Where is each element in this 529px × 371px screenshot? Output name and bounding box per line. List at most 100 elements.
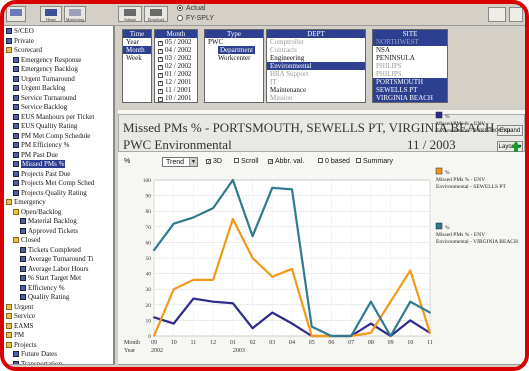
legend-label: Missed PMs % - ENV: [436, 232, 485, 238]
sidebar-item-label: Future Dates: [21, 350, 57, 358]
sidebar-item[interactable]: EUS Quality Rating: [13, 122, 77, 130]
sidebar-item-label: PM: [14, 331, 25, 339]
exit-button[interactable]: [509, 7, 523, 22]
sidebar-item[interactable]: Missed PMs %: [13, 160, 66, 168]
sidebar-item[interactable]: Urgent Turnaround: [13, 75, 75, 83]
sidebar-item[interactable]: Projects Past Due: [13, 170, 70, 178]
sidebar-item[interactable]: Projects Quality Rating: [13, 189, 87, 197]
sidebar-item[interactable]: Average Turnaround Ti: [20, 255, 93, 263]
sidebar-item-label: Average Turnaround Ti: [28, 255, 94, 263]
checkbox-icon[interactable]: ×: [158, 97, 163, 102]
sidebar-item[interactable]: Material Backlog: [20, 217, 77, 225]
print-button[interactable]: [488, 7, 506, 22]
download-button[interactable]: Download: [144, 6, 168, 22]
sidebar-item[interactable]: Efficiency %: [20, 284, 65, 292]
sidebar-item[interactable]: EAMS: [6, 322, 33, 330]
month-option[interactable]: × 05 / 2002: [155, 38, 197, 46]
sidebar-item[interactable]: Closed: [13, 236, 40, 244]
sidebar-item-label: Missed PMs %: [21, 160, 66, 168]
radio-actual[interactable]: Actual: [177, 5, 205, 12]
sidebar-item[interactable]: Approved Tickets: [20, 227, 78, 235]
month-option[interactable]: × 04 / 2002: [155, 46, 197, 54]
month-list-header: Month: [155, 30, 197, 38]
site-option[interactable]: PHILIPS: [373, 62, 447, 70]
dept-option[interactable]: IT: [267, 78, 365, 86]
sidebar-item[interactable]: Emergency: [6, 198, 46, 206]
sidebar-item[interactable]: EUS Manhours per Ticket: [13, 113, 94, 121]
site-option[interactable]: PHILIPS: [373, 70, 447, 78]
sidebar-item[interactable]: Service Backlog: [13, 103, 67, 111]
type-option[interactable]: PWC: [205, 38, 263, 46]
sidebar-item[interactable]: PM Efficiency %: [13, 141, 69, 149]
sidebar-item[interactable]: Projects: [6, 341, 37, 349]
sidebar-item-label: Service Turnaround: [21, 93, 77, 102]
sidebar-item[interactable]: % Start Target Met: [20, 274, 81, 282]
sidebar-item[interactable]: S/CEO: [6, 27, 34, 35]
site-list-header: SITE: [373, 30, 447, 38]
dept-option[interactable]: Comptroller: [267, 38, 365, 46]
sidebar-item[interactable]: Open/Backlog: [13, 208, 61, 216]
month-option-label: 02 / 2002: [165, 62, 192, 70]
monitoring-button-label: Monitoring: [65, 17, 85, 22]
time-option[interactable]: Week: [123, 54, 151, 62]
data-point: [251, 327, 254, 330]
radio-fy-sply-dot: [177, 15, 183, 21]
sidebar-item[interactable]: Private: [6, 37, 34, 45]
month-option[interactable]: × 10 / 2001: [155, 94, 197, 102]
data-point: [330, 335, 333, 337]
sidebar-item[interactable]: Average Labor Hours: [20, 265, 89, 273]
sidebar-item[interactable]: Emergency Response: [13, 56, 81, 64]
sidebar-item[interactable]: Service: [6, 312, 35, 320]
chart-horizontal-scrollbar[interactable]: [118, 364, 525, 367]
month-option[interactable]: × 01 / 2002: [155, 70, 197, 78]
sidebar-item[interactable]: PM: [6, 331, 24, 339]
radio-fy-sply[interactable]: FY-SPLY: [177, 15, 214, 22]
logo-button[interactable]: [6, 6, 26, 22]
month-option[interactable]: × 02 / 2002: [155, 62, 197, 70]
data-point: [172, 288, 175, 291]
sidebar-scrollbar[interactable]: [4, 364, 115, 367]
time-option[interactable]: Year: [123, 38, 151, 46]
month-option[interactable]: × 03 / 2002: [155, 54, 197, 62]
sidebar-item[interactable]: Emergency Backlog: [13, 65, 78, 73]
sidebar-item[interactable]: PM Met Comp Schedule: [13, 132, 90, 140]
site-option[interactable]: NORTHWEST: [373, 38, 447, 46]
sidebar-item[interactable]: Service Turnaround: [13, 94, 76, 102]
monitoring-button[interactable]: Monitoring: [64, 6, 86, 22]
sidebar-item[interactable]: Tickets Completed: [20, 246, 81, 254]
month-option[interactable]: × 12 / 2001: [155, 78, 197, 86]
dept-option[interactable]: Environmental: [267, 62, 365, 70]
type-option[interactable]: Workcenter: [205, 54, 263, 62]
y-tick-label: 80: [146, 209, 152, 215]
document-icon: [13, 351, 19, 357]
sidebar-item[interactable]: Urgent: [6, 303, 33, 311]
site-option[interactable]: PORTSMOUTH: [373, 78, 447, 86]
dept-option[interactable]: Mission: [267, 94, 365, 102]
x-tick-label: 11: [191, 340, 197, 346]
radio-actual-dot: [177, 5, 183, 11]
dept-option[interactable]: Contracts: [267, 46, 365, 54]
time-option[interactable]: Month: [123, 46, 151, 54]
sidebar-item[interactable]: Quality Rating: [20, 293, 69, 301]
sidebar-item[interactable]: Projects Met Comp Sched: [13, 179, 94, 187]
dept-option[interactable]: Engineering: [267, 54, 365, 62]
site-option[interactable]: SEWELLS PT: [373, 86, 447, 94]
month-option[interactable]: × 11 / 2001: [155, 86, 197, 94]
sidebar-item[interactable]: Future Dates: [13, 350, 57, 358]
data-point: [153, 249, 155, 252]
dept-option[interactable]: Maintenance: [267, 86, 365, 94]
type-option[interactable]: Department: [205, 46, 263, 54]
filter-panel: Time Year Month Week Month × 05 / 2002 × 04 /…: [118, 26, 525, 108]
site-option[interactable]: VIRGINIA BEACH: [373, 94, 447, 102]
dept-option[interactable]: HRA Support: [267, 70, 365, 78]
site-option[interactable]: PENINSULA: [373, 54, 447, 62]
home-button[interactable]: Home: [40, 6, 62, 22]
sidebar-item-label: Service: [14, 312, 35, 320]
y-tick-label: 90: [146, 194, 152, 200]
site-option[interactable]: NSA: [373, 46, 447, 54]
sidebar-item[interactable]: Scorecard: [6, 46, 42, 54]
document-icon: [20, 256, 26, 262]
submit-button[interactable]: Submit: [118, 6, 142, 22]
sidebar-item[interactable]: Urgent Backlog: [13, 84, 65, 92]
sidebar-item[interactable]: PM Past Due: [13, 151, 58, 159]
